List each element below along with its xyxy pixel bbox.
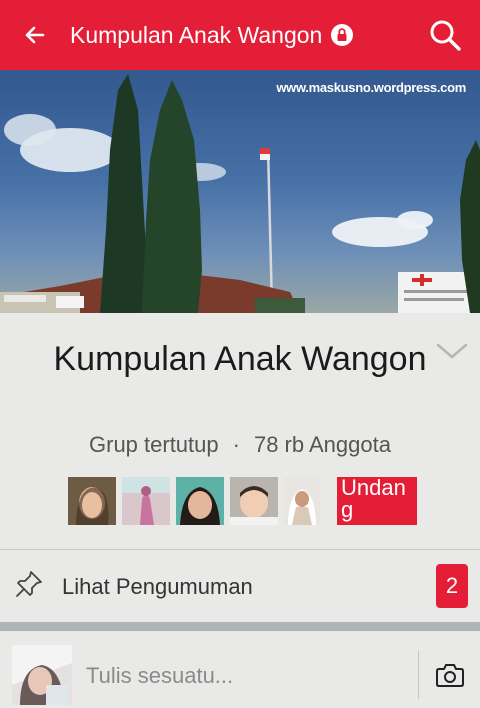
member-avatar[interactable]	[230, 477, 278, 525]
member-avatars[interactable]	[68, 477, 320, 525]
group-name: Kumpulan Anak Wangon	[53, 340, 427, 378]
announcements-label: Lihat Pengumuman	[62, 574, 253, 599]
chevron-down-icon[interactable]	[436, 341, 468, 361]
back-button[interactable]	[0, 0, 70, 70]
cover-scene	[0, 74, 480, 313]
invite-button[interactable]: Undang	[337, 477, 417, 525]
member-avatar[interactable]	[284, 477, 320, 525]
member-avatar[interactable]	[122, 477, 170, 525]
member-count[interactable]: 78 rb Anggota	[254, 432, 391, 457]
meta-separator: ·	[232, 432, 240, 457]
composer-divider	[418, 651, 419, 699]
header-title-wrap: Kumpulan Anak Wangon	[70, 22, 354, 49]
header-title: Kumpulan Anak Wangon	[70, 21, 323, 48]
announcements-row[interactable]: Lihat Pengumuman 2	[0, 550, 480, 622]
lock-icon	[331, 24, 354, 46]
arrow-left-icon	[25, 26, 45, 44]
member-avatar[interactable]	[176, 477, 224, 525]
group-privacy[interactable]: Grup tertutup	[89, 432, 219, 457]
camera-icon[interactable]	[436, 663, 464, 687]
search-icon[interactable]	[428, 18, 462, 52]
announcements-count-badge: 2	[436, 564, 468, 608]
section-separator-band	[0, 622, 480, 631]
user-avatar[interactable]	[12, 645, 72, 705]
group-meta: Grup tertutup · 78 rb Anggota	[0, 432, 480, 458]
pin-icon	[16, 571, 42, 597]
cover-watermark: www.maskusno.wordpress.com	[276, 80, 466, 95]
compose-input[interactable]: Tulis sesuatu...	[86, 663, 233, 689]
cover-photo[interactable]: www.maskusno.wordpress.com	[0, 70, 480, 313]
top-bar: Kumpulan Anak Wangon	[0, 0, 480, 70]
member-avatar[interactable]	[68, 477, 116, 525]
post-composer[interactable]: Tulis sesuatu...	[0, 631, 480, 708]
group-info: Kumpulan Anak Wangon Grup tertutup · 78 rb…	[0, 313, 480, 549]
